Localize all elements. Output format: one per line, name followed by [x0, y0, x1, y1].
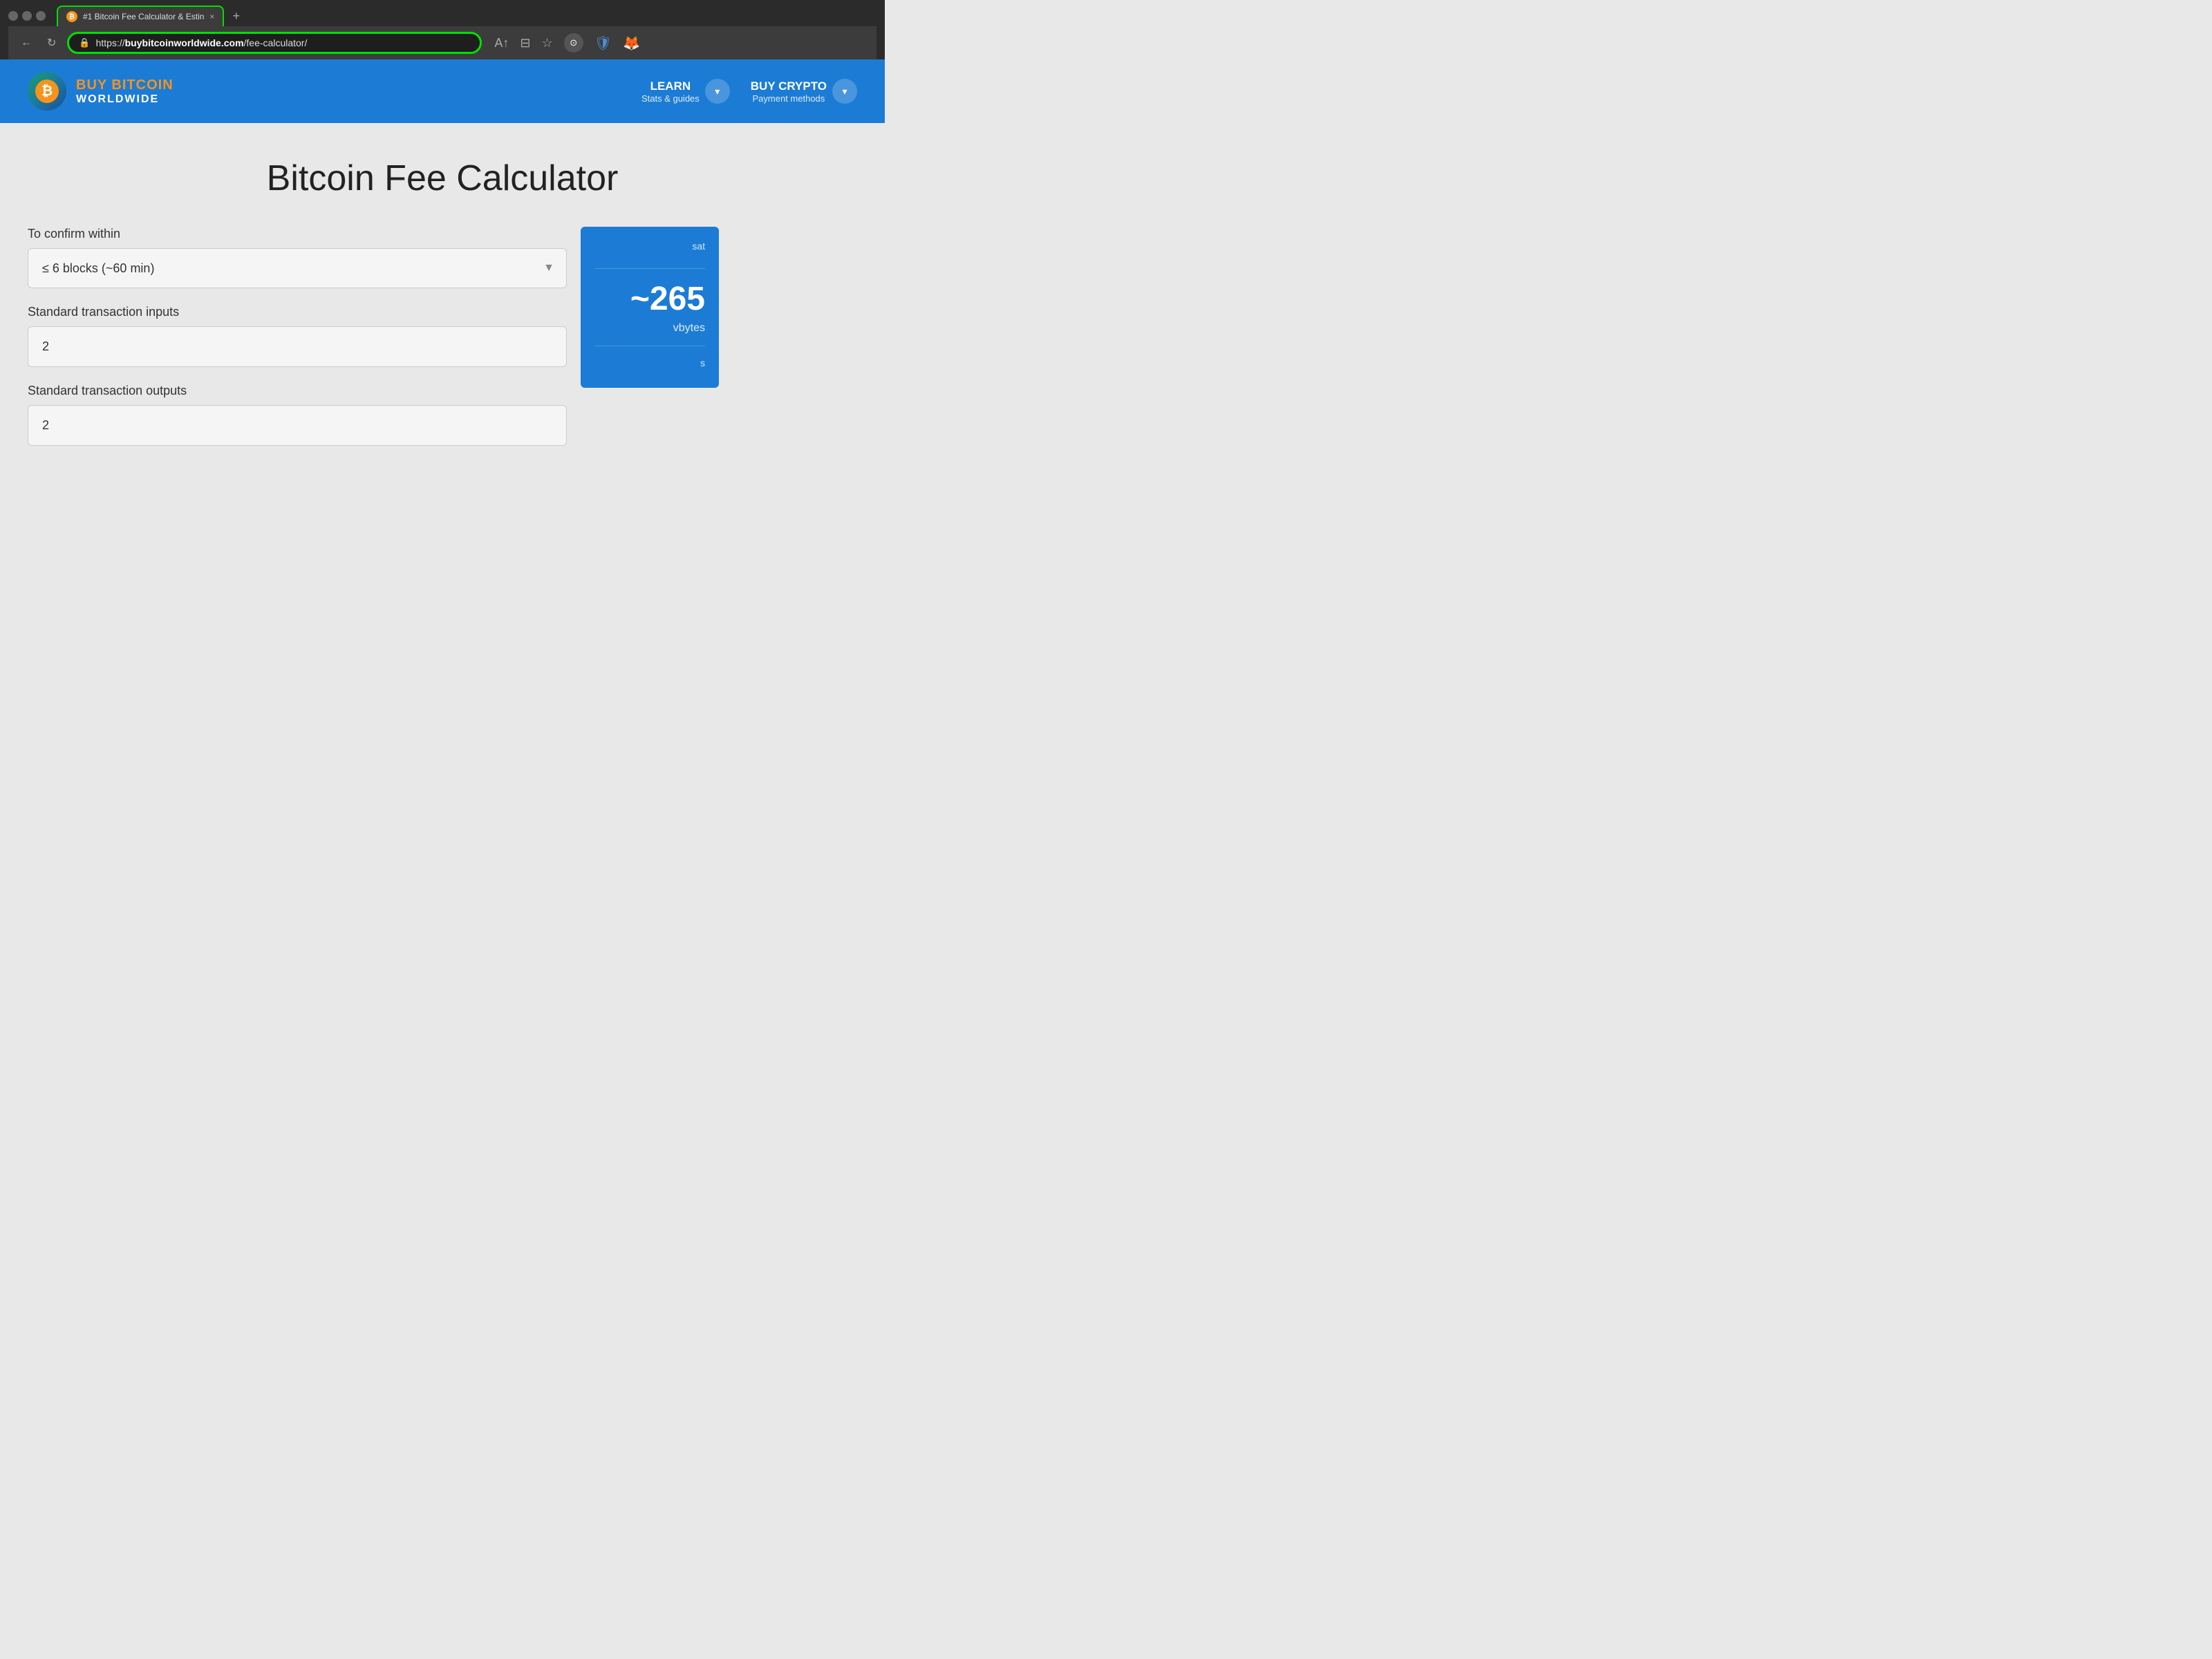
logo-globe: ₿: [28, 72, 66, 111]
tab-close-button[interactable]: ×: [209, 12, 214, 21]
nav-learn-text: LEARN Stats & guides: [641, 79, 700, 104]
transaction-outputs-label: Standard transaction outputs: [28, 384, 567, 398]
address-path: /fee-calculator/: [244, 37, 308, 48]
transaction-inputs-label: Standard transaction inputs: [28, 305, 567, 319]
address-domain: buybitcoinworldwide.com: [125, 37, 244, 48]
results-divider: [594, 268, 705, 269]
window-maximize-btn[interactable]: [36, 11, 46, 21]
results-sat-label: sat: [692, 241, 705, 252]
transaction-outputs-field[interactable]: [28, 405, 567, 446]
results-panel: sat ~265 vbytes s: [581, 227, 719, 388]
tab-favicon: ₿: [66, 11, 77, 22]
shield-icon[interactable]: 🛡: [594, 35, 612, 52]
confirm-within-select-wrapper: ≤ 1 block (~10 min) ≤ 3 blocks (~30 min)…: [28, 248, 567, 288]
browser-chrome: ₿ #1 Bitcoin Fee Calculator & Estin × + …: [0, 0, 885, 59]
results-vbytes-label: vbytes: [673, 322, 705, 335]
main-content: Bitcoin Fee Calculator To confirm within…: [0, 123, 885, 490]
confirm-within-label: To confirm within: [28, 227, 567, 241]
address-bar[interactable]: 🔒 https://buybitcoinworldwide.com/fee-ca…: [67, 32, 482, 54]
nav-learn-title: LEARN: [650, 79, 691, 93]
confirm-within-group: To confirm within ≤ 1 block (~10 min) ≤ …: [28, 227, 567, 288]
nav-buy-crypto-subtitle: Payment methods: [753, 93, 825, 104]
transaction-inputs-group: Standard transaction inputs: [28, 305, 567, 367]
address-protocol: https://: [96, 37, 125, 48]
nav-item-learn[interactable]: LEARN Stats & guides ▾: [641, 79, 730, 104]
results-value: ~265: [630, 280, 705, 318]
window-minimize-btn[interactable]: [22, 11, 32, 21]
page-title: Bitcoin Fee Calculator: [28, 158, 857, 199]
logo-area[interactable]: ₿ BUY BITCOIN WORLDWIDE: [28, 72, 174, 111]
nav-buy-crypto-title: BUY CRYPTO: [751, 79, 827, 93]
favorites-icon[interactable]: ☆: [542, 36, 553, 50]
transaction-inputs-field[interactable]: [28, 326, 567, 367]
address-text: https://buybitcoinworldwide.com/fee-calc…: [96, 37, 471, 48]
results-card: sat ~265 vbytes s: [581, 227, 719, 388]
browser-toolbar: A↑ ⊟ ☆ ⊙ 🛡 🦊: [494, 33, 640, 53]
reader-icon[interactable]: ⊟: [520, 36, 530, 50]
refresh-button[interactable]: ↻: [43, 33, 60, 53]
window-close-btn[interactable]: [8, 11, 18, 21]
metamask-fox-icon[interactable]: 🦊: [623, 35, 640, 52]
profile-icon[interactable]: ⊙: [564, 33, 583, 53]
nav-learn-dropdown-button[interactable]: ▾: [705, 79, 730, 104]
logo-top-text: BUY BITCOIN: [76, 77, 174, 93]
nav-learn-subtitle: Stats & guides: [641, 93, 700, 104]
window-controls: [8, 11, 46, 21]
tab-title: #1 Bitcoin Fee Calculator & Estin: [83, 12, 204, 21]
new-tab-button[interactable]: +: [227, 6, 245, 26]
confirm-within-select[interactable]: ≤ 1 block (~10 min) ≤ 3 blocks (~30 min)…: [28, 248, 567, 288]
site-header: ₿ BUY BITCOIN WORLDWIDE LEARN Stats & gu…: [0, 59, 885, 123]
nav-buy-crypto-text: BUY CRYPTO Payment methods: [751, 79, 827, 104]
logo-bitcoin-symbol: ₿: [35, 79, 59, 103]
nav-item-buy-crypto[interactable]: BUY CRYPTO Payment methods ▾: [751, 79, 857, 104]
transaction-outputs-group: Standard transaction outputs: [28, 384, 567, 446]
results-secondary-label: s: [700, 357, 705, 368]
back-button[interactable]: ←: [17, 34, 36, 52]
site-nav: LEARN Stats & guides ▾ BUY CRYPTO Paymen…: [641, 79, 857, 104]
browser-tab[interactable]: ₿ #1 Bitcoin Fee Calculator & Estin ×: [57, 6, 224, 26]
tab-bar: ₿ #1 Bitcoin Fee Calculator & Estin × +: [8, 6, 877, 26]
font-icon[interactable]: A↑: [494, 36, 509, 50]
logo-text: BUY BITCOIN WORLDWIDE: [76, 77, 174, 106]
calculator-form: To confirm within ≤ 1 block (~10 min) ≤ …: [28, 227, 567, 462]
lock-icon: 🔒: [79, 37, 90, 48]
address-bar-area: ← ↻ 🔒 https://buybitcoinworldwide.com/fe…: [8, 26, 877, 59]
logo-bottom-text: WORLDWIDE: [76, 93, 174, 106]
nav-buy-crypto-dropdown-button[interactable]: ▾: [832, 79, 857, 104]
calculator-layout: To confirm within ≤ 1 block (~10 min) ≤ …: [28, 227, 857, 462]
